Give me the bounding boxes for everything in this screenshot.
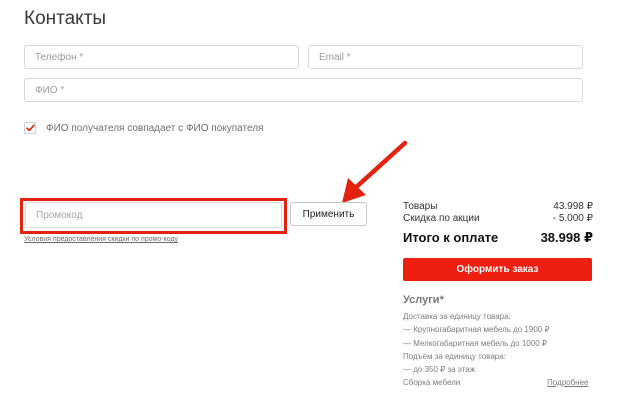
apply-promo-button[interactable]: Применить <box>290 202 367 226</box>
service-line: — до 350 ₽ за этаж <box>403 365 476 374</box>
same-fio-row[interactable]: ФИО получателя совпадает с ФИО покупател… <box>24 122 263 134</box>
service-line: — Мелкогабаритная мебель до 1000 ₽ <box>403 339 547 348</box>
promo-input[interactable] <box>26 203 281 227</box>
same-fio-checkbox[interactable] <box>24 122 36 134</box>
checkmark-icon <box>25 124 35 132</box>
promo-terms-link[interactable]: Условия предоставления скидки по промо-к… <box>24 236 178 243</box>
more-details-link[interactable]: Подробнее <box>547 378 589 387</box>
goods-value: 43.998 ₽ <box>553 201 593 212</box>
fio-field[interactable] <box>24 78 583 102</box>
phone-input[interactable] <box>25 46 298 68</box>
email-input[interactable] <box>309 46 582 68</box>
total-label: Итого к оплате <box>403 230 499 245</box>
page-title: Контакты <box>24 8 107 29</box>
services-title: Услуги* <box>403 294 444 306</box>
discount-value: - 5.000 ₽ <box>552 213 593 224</box>
total-value: 38.998 ₽ <box>540 230 593 245</box>
email-field[interactable] <box>308 45 583 69</box>
promo-field[interactable] <box>25 202 282 228</box>
service-line: Подъём за единицу товара: <box>403 352 506 361</box>
summary-discount-row: Скидка по акции - 5.000 ₽ <box>403 213 593 224</box>
service-line: Доставка за единицу товара: <box>403 312 511 321</box>
fio-input[interactable] <box>25 79 582 101</box>
summary-goods-row: Товары 43.998 ₽ <box>403 201 593 212</box>
place-order-button[interactable]: Оформить заказ <box>403 258 592 281</box>
phone-field[interactable] <box>24 45 299 69</box>
goods-label: Товары <box>403 201 438 212</box>
summary-total-row: Итого к оплате 38.998 ₽ <box>403 230 593 246</box>
same-fio-label: ФИО получателя совпадает с ФИО покупател… <box>46 122 264 134</box>
service-line: Сборка мебели <box>403 378 461 387</box>
service-line: — Крупногабаритная мебель до 1900 ₽ <box>403 325 550 334</box>
discount-label: Скидка по акции <box>403 213 480 224</box>
